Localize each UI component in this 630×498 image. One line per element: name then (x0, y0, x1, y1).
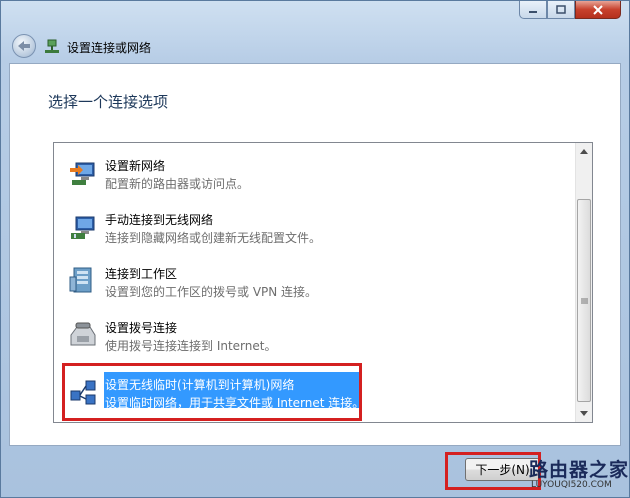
option-title: 设置拨号连接 (105, 321, 178, 335)
back-arrow-icon (18, 41, 30, 51)
minimize-icon (529, 10, 537, 13)
option-title: 设置无线临时(计算机到计算机)网络 (105, 378, 295, 392)
option-description: 设置到您的工作区的拨号或 VPN 连接。 (105, 285, 318, 299)
vertical-scrollbar[interactable] (575, 143, 592, 422)
page-heading: 选择一个连接选项 (48, 93, 169, 111)
caption-buttons (519, 1, 621, 19)
list-item-workplace[interactable]: 连接到工作区 设置到您的工作区的拨号或 VPN 连接。 (68, 261, 408, 305)
scroll-up-icon (580, 149, 588, 154)
scroll-down-button[interactable] (576, 405, 592, 422)
content-panel: 选择一个连接选项 设置新网络 配置新的路由器或访问点。 手动连接到无线网络 连接… (9, 63, 621, 446)
option-description: 连接到隐藏网络或创建新无线配置文件。 (105, 231, 322, 245)
option-description: 使用拨号连接连接到 Internet。 (105, 339, 277, 353)
watermark-title: 路由器之家 (529, 459, 630, 481)
scroll-thumb[interactable] (577, 199, 591, 402)
maximize-icon (556, 5, 566, 14)
close-button[interactable] (575, 1, 621, 19)
scroll-up-button[interactable] (576, 143, 592, 160)
minimize-button[interactable] (519, 1, 547, 19)
network-icon (45, 39, 59, 53)
dialup-icon (70, 322, 96, 346)
workplace-icon (69, 267, 92, 293)
close-icon (593, 4, 603, 15)
option-title: 设置新网络 (105, 159, 166, 173)
maximize-button[interactable] (547, 1, 575, 19)
option-title: 手动连接到无线网络 (105, 213, 214, 227)
title-bar[interactable] (1, 1, 629, 31)
back-button[interactable] (12, 34, 36, 58)
list-item-new-network[interactable]: 设置新网络 配置新的路由器或访问点。 (68, 153, 408, 197)
list-item-dialup[interactable]: 设置拨号连接 使用拨号连接连接到 Internet。 (68, 315, 408, 359)
watermark-url: LUYOUQI520.COM (531, 480, 612, 490)
dialog-window: 设置连接或网络 选择一个连接选项 设置新网络 配置新的路由器或访问点。 手动连接… (0, 0, 630, 498)
scroll-down-icon (580, 411, 588, 416)
highlight-box-next (445, 452, 541, 490)
nav-row: 设置连接或网络 (1, 31, 629, 63)
window-title: 设置连接或网络 (67, 41, 152, 55)
option-description: 设置临时网络，用于共享文件或 Internet 连接。 (105, 396, 365, 410)
grip-icon (580, 298, 588, 303)
option-title: 连接到工作区 (105, 267, 178, 281)
new-network-icon (70, 162, 95, 185)
list-item-manual-wireless[interactable]: 手动连接到无线网络 连接到隐藏网络或创建新无线配置文件。 (68, 207, 408, 251)
watermark: 路由器之家 LUYOUQI520.COM (529, 455, 629, 495)
option-description: 配置新的路由器或访问点。 (105, 177, 250, 191)
wireless-connect-icon (71, 216, 95, 239)
